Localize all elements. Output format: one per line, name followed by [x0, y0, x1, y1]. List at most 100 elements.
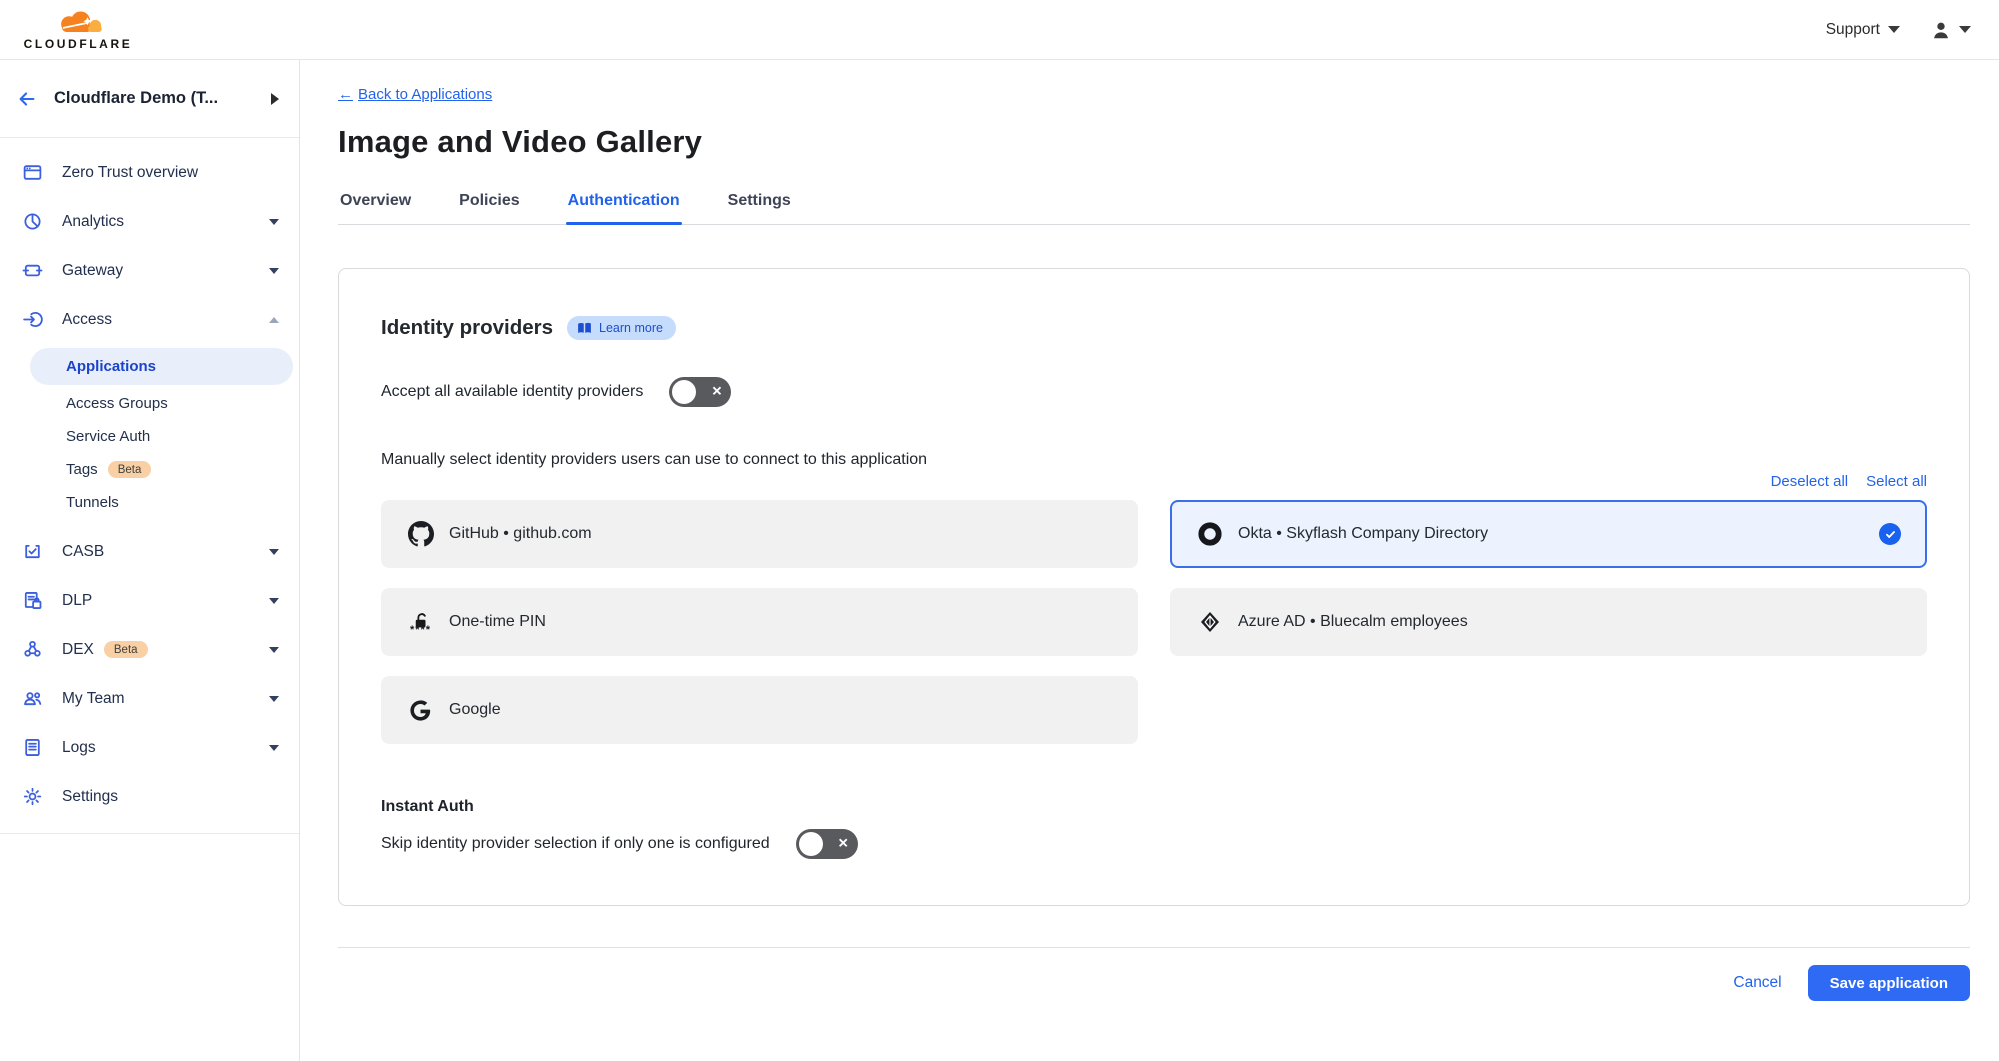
support-label: Support — [1826, 21, 1880, 39]
user-icon — [1930, 19, 1952, 41]
back-arrow-icon[interactable] — [16, 87, 40, 111]
box-check-icon — [22, 541, 43, 562]
cancel-button[interactable]: Cancel — [1733, 974, 1781, 992]
book-icon — [577, 322, 592, 335]
provider-okta[interactable]: Okta • Skyflash Company Directory — [1170, 500, 1927, 568]
chevron-down-icon — [269, 219, 279, 225]
card-title: Identity providers — [381, 316, 553, 340]
sidebar-item-logs[interactable]: Logs — [0, 723, 299, 772]
chevron-down-icon — [1888, 26, 1900, 33]
toggle-knob — [799, 832, 823, 856]
selected-check-icon — [1879, 523, 1901, 545]
google-icon — [407, 699, 434, 722]
sidebar-item-my-team[interactable]: My Team — [0, 674, 299, 723]
learn-more-button[interactable]: Learn more — [567, 316, 676, 340]
sidebar-item-dlp[interactable]: DLP — [0, 576, 299, 625]
chevron-down-icon — [269, 696, 279, 702]
sidebar-item-settings[interactable]: Settings — [0, 772, 299, 821]
sidebar: Cloudflare Demo (T... Zero Trust overvie… — [0, 60, 300, 1061]
instant-auth-label: Skip identity provider selection if only… — [381, 835, 770, 853]
provider-azure-ad[interactable]: Azure AD • Bluecalm employees — [1170, 588, 1927, 656]
accept-all-toggle[interactable]: ✕ — [669, 377, 731, 407]
chevron-down-icon — [269, 647, 279, 653]
github-icon — [407, 521, 434, 547]
sidebar-item-casb[interactable]: CASB — [0, 527, 299, 576]
chevron-down-icon — [269, 268, 279, 274]
cloudflare-logo[interactable]: CLOUDFLARE — [12, 8, 144, 51]
document-lock-icon — [22, 590, 43, 611]
cloudflare-logo-text: CLOUDFLARE — [24, 37, 133, 51]
toggle-off-x-icon: ✕ — [838, 836, 849, 852]
back-to-applications-link[interactable]: ← Back to Applications — [338, 86, 492, 103]
identity-providers-card: Identity providers Learn more Accept all… — [338, 268, 1970, 906]
one-time-pin-icon: **** — [407, 613, 434, 632]
azure-ad-icon — [1196, 610, 1223, 634]
chevron-down-icon — [269, 745, 279, 751]
pie-chart-icon — [22, 211, 43, 232]
instant-auth-heading: Instant Auth — [381, 798, 1927, 816]
tab-policies[interactable]: Policies — [457, 192, 521, 224]
main-content: ← Back to Applications Image and Video G… — [300, 60, 1999, 1061]
sidebar-item-applications[interactable]: Applications — [30, 348, 293, 385]
provider-github[interactable]: GitHub • github.com — [381, 500, 1138, 568]
provider-grid: GitHub • github.com Okta • Skyflash Comp… — [381, 500, 1927, 744]
tab-bar: Overview Policies Authentication Setting… — [338, 192, 1970, 225]
sidebar-item-tunnels[interactable]: Tunnels — [0, 486, 299, 519]
manual-select-text: Manually select identity providers users… — [381, 451, 1927, 469]
beta-badge: Beta — [104, 641, 148, 658]
log-list-icon — [22, 737, 43, 758]
sidebar-nav: Zero Trust overview Analytics Gateway — [0, 138, 299, 834]
people-icon — [22, 688, 43, 709]
tab-overview[interactable]: Overview — [338, 192, 413, 224]
provider-label: Google — [449, 701, 501, 719]
deselect-all-link[interactable]: Deselect all — [1771, 473, 1849, 490]
chevron-up-icon — [269, 317, 279, 323]
toggle-knob — [672, 380, 696, 404]
gear-icon — [22, 786, 43, 807]
sidebar-item-service-auth[interactable]: Service Auth — [0, 420, 299, 453]
provider-label: Okta • Skyflash Company Directory — [1238, 525, 1488, 543]
provider-label: One-time PIN — [449, 613, 546, 631]
cloudflare-cloud-icon — [49, 8, 107, 36]
sidebar-item-gateway[interactable]: Gateway — [0, 246, 299, 295]
sidebar-item-dex[interactable]: DEX Beta — [0, 625, 299, 674]
sidebar-item-tags[interactable]: Tags Beta — [0, 453, 299, 486]
chevron-down-icon — [1959, 26, 1971, 33]
zero-trust-dashboard: CLOUDFLARE Support — [0, 0, 1999, 1061]
toggle-off-x-icon: ✕ — [711, 384, 722, 400]
form-footer: Cancel Save application — [338, 947, 1970, 1001]
sidebar-header: Cloudflare Demo (T... — [0, 60, 299, 138]
network-nodes-icon — [22, 639, 43, 660]
provider-google[interactable]: Google — [381, 676, 1138, 744]
account-name[interactable]: Cloudflare Demo (T... — [54, 89, 271, 108]
page-title: Image and Video Gallery — [338, 124, 1970, 160]
sidebar-item-access[interactable]: Access — [0, 295, 299, 344]
gateway-icon — [22, 260, 43, 281]
provider-one-time-pin[interactable]: **** One-time PIN — [381, 588, 1138, 656]
tab-authentication[interactable]: Authentication — [566, 192, 682, 224]
sidebar-item-zero-trust-overview[interactable]: Zero Trust overview — [0, 148, 299, 197]
pin-stars: **** — [410, 628, 431, 632]
account-menu[interactable] — [1930, 19, 1971, 41]
accept-all-label: Accept all available identity providers — [381, 383, 643, 401]
sidebar-divider — [0, 833, 299, 834]
sidebar-item-access-groups[interactable]: Access Groups — [0, 387, 299, 420]
top-bar: CLOUDFLARE Support — [0, 0, 1999, 60]
expand-right-icon[interactable] — [271, 93, 279, 105]
beta-badge: Beta — [108, 461, 152, 478]
select-all-link[interactable]: Select all — [1866, 473, 1927, 490]
tab-settings[interactable]: Settings — [726, 192, 793, 224]
chevron-down-icon — [269, 549, 279, 555]
provider-label: Azure AD • Bluecalm employees — [1238, 613, 1468, 631]
window-icon — [22, 162, 43, 183]
support-menu[interactable]: Support — [1826, 21, 1900, 39]
sidebar-item-analytics[interactable]: Analytics — [0, 197, 299, 246]
access-subnav: Applications Access Groups Service Auth … — [0, 344, 299, 527]
okta-icon — [1196, 521, 1223, 547]
save-application-button[interactable]: Save application — [1808, 965, 1970, 1001]
access-login-icon — [22, 309, 43, 330]
instant-auth-toggle[interactable]: ✕ — [796, 829, 858, 859]
arrow-left-icon: ← — [338, 86, 353, 103]
provider-label: GitHub • github.com — [449, 525, 592, 543]
chevron-down-icon — [269, 598, 279, 604]
